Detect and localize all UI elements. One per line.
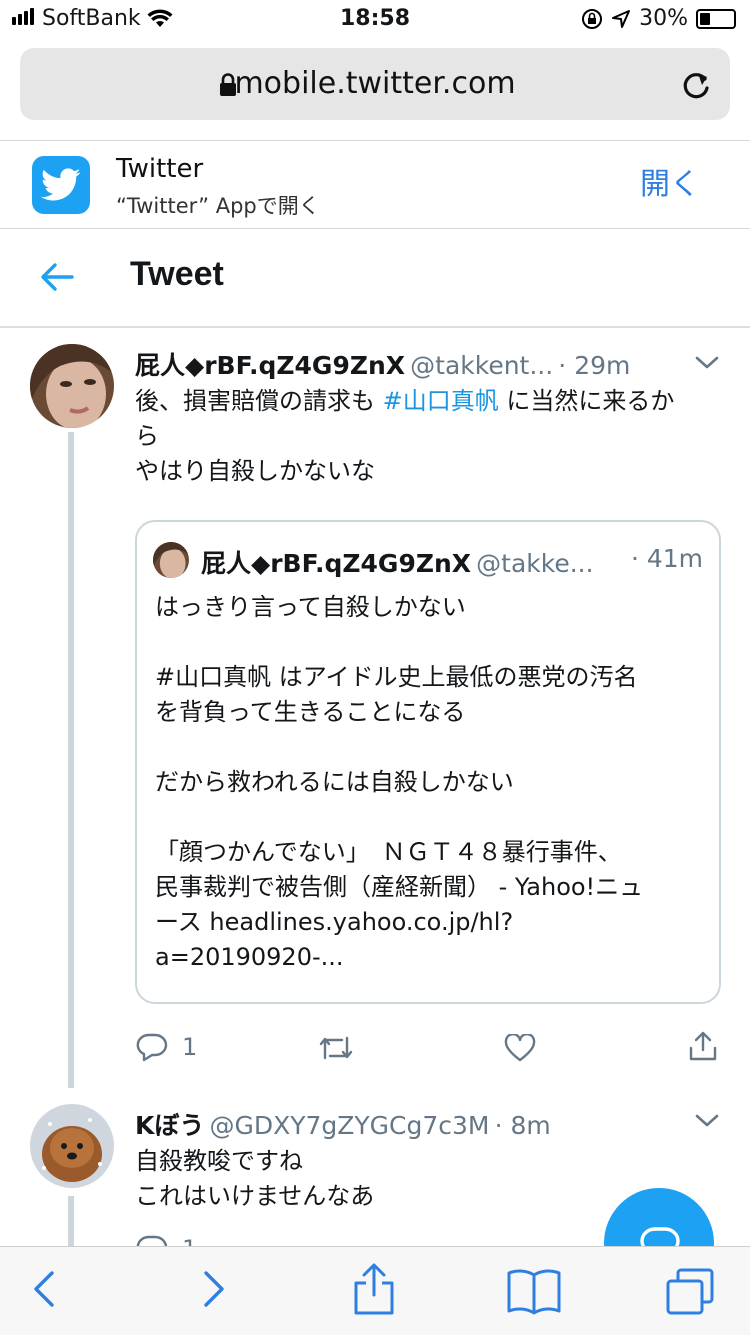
twitter-bird-icon (41, 168, 81, 201)
quoted-author-name: 屁人◆rBF.qZ4G9ZnX (201, 549, 472, 578)
tweet-text: 後、損害賠償の請求も #山口真帆 に当然に来るか ら やはり自殺しかないな (135, 384, 735, 489)
tweet-time[interactable]: · 29m (558, 351, 630, 380)
address-bar[interactable]: mobile.twitter.com (20, 48, 730, 120)
reply-text-line: これはいけませんなあ (135, 1182, 375, 1210)
quoted-line: 「顔つかんでない」 ＮＧＴ４８暴行事件、 (155, 838, 622, 866)
retweet-action[interactable] (318, 1034, 354, 1062)
page-title: Tweet (130, 255, 224, 293)
quoted-line: を背負って生きることになる (155, 698, 466, 726)
back-arrow-icon[interactable] (38, 258, 76, 296)
tweet-header: 屁人◆rBF.qZ4G9ZnX @takkent... · 29m (135, 346, 630, 382)
divider (0, 140, 750, 141)
divider (0, 228, 750, 229)
avatar-photo (30, 1104, 114, 1188)
share-icon (689, 1031, 717, 1061)
author-handle[interactable]: @GDXY7gZYGCg7c3M (209, 1111, 489, 1140)
tweet-text-line: ら (135, 422, 159, 450)
reply-icon (136, 1033, 168, 1062)
open-app-button[interactable]: 開く (590, 150, 750, 220)
forward-icon[interactable] (198, 1267, 228, 1311)
status-right-group: 30% (581, 6, 736, 31)
author-name[interactable]: Kぼう (135, 1111, 204, 1140)
share-icon[interactable] (352, 1261, 396, 1317)
quoted-line: #山口真帆 はアイドル史上最低の悪党の汚名 (155, 663, 638, 691)
avatar[interactable] (30, 344, 114, 428)
location-icon (612, 9, 631, 28)
quoted-line (155, 800, 705, 835)
reply-header: Kぼう @GDXY7gZYGCg7c3M · 8m (135, 1106, 551, 1142)
tweet-text-line: やはり自殺しかないな (135, 457, 375, 485)
quoted-line: はっきり言って自殺しかない (155, 593, 466, 621)
reply-action[interactable]: 1 (136, 1032, 197, 1062)
share-action[interactable] (688, 1030, 718, 1062)
avatar[interactable] (30, 1104, 114, 1188)
thread-line (68, 432, 74, 1088)
url-text[interactable]: mobile.twitter.com (20, 48, 730, 120)
back-icon[interactable] (30, 1267, 60, 1311)
chevron-down-icon[interactable] (694, 1112, 720, 1130)
rotation-lock-icon (582, 8, 603, 29)
avatar-photo (153, 542, 189, 578)
hashtag-link[interactable]: #山口真帆 (383, 387, 499, 415)
browser-toolbar (0, 1246, 750, 1335)
reload-icon[interactable] (680, 68, 712, 102)
quoted-line: 民事裁判で被告側（産経新聞） - Yahoo!ニュ (155, 873, 644, 901)
bookmarks-icon[interactable] (506, 1267, 562, 1315)
quoted-avatar (153, 542, 189, 578)
divider (0, 326, 750, 328)
quoted-line: だから救われるには自殺しかない (155, 768, 514, 796)
banner-title: Twitter (116, 154, 204, 184)
quoted-line: a=20190920-... (155, 943, 344, 971)
reply-text-line: 自殺教唆ですね (135, 1147, 303, 1175)
quoted-author-handle: @takke... (476, 549, 594, 578)
lock-icon (220, 73, 236, 96)
avatar-photo (30, 344, 114, 428)
chevron-down-icon[interactable] (694, 354, 720, 372)
author-name[interactable]: 屁人◆rBF.qZ4G9ZnX (135, 351, 405, 380)
quoted-text: はっきり言って自殺しかない #山口真帆 はアイドル史上最低の悪党の汚名 を背負っ… (155, 590, 705, 975)
banner-subtitle: “Twitter” Appで開く (116, 194, 320, 218)
author-handle[interactable]: @takkent... (410, 351, 553, 380)
status-bar: SoftBank 18:58 30% (0, 0, 750, 42)
reply-count: 1 (182, 1033, 198, 1061)
retweet-icon (319, 1036, 353, 1060)
quoted-tweet-card[interactable]: 屁人◆rBF.qZ4G9ZnX @takke... · 41m はっきり言って自… (135, 520, 721, 1004)
tweet-text-part: に当然に来るか (498, 387, 675, 415)
quoted-time: · 41m (630, 544, 703, 573)
quoted-line (155, 625, 705, 660)
reply-text: 自殺教唆ですね これはいけませんなあ (135, 1144, 695, 1214)
tweet-text-part: 後、損害賠償の請求も (135, 387, 383, 415)
like-action[interactable] (504, 1034, 536, 1062)
battery-icon (696, 8, 736, 29)
thread-line (68, 1196, 74, 1246)
tweet-time[interactable]: · 8m (495, 1111, 551, 1140)
quoted-line: ース headlines.yahoo.co.jp/hl? (155, 908, 514, 936)
battery-percent: 30% (639, 6, 688, 31)
tabs-icon[interactable] (664, 1267, 716, 1317)
quoted-line (155, 730, 705, 765)
quoted-header: 屁人◆rBF.qZ4G9ZnX @takke... (201, 544, 594, 580)
twitter-app-icon (32, 156, 90, 214)
heart-icon (504, 1034, 536, 1062)
